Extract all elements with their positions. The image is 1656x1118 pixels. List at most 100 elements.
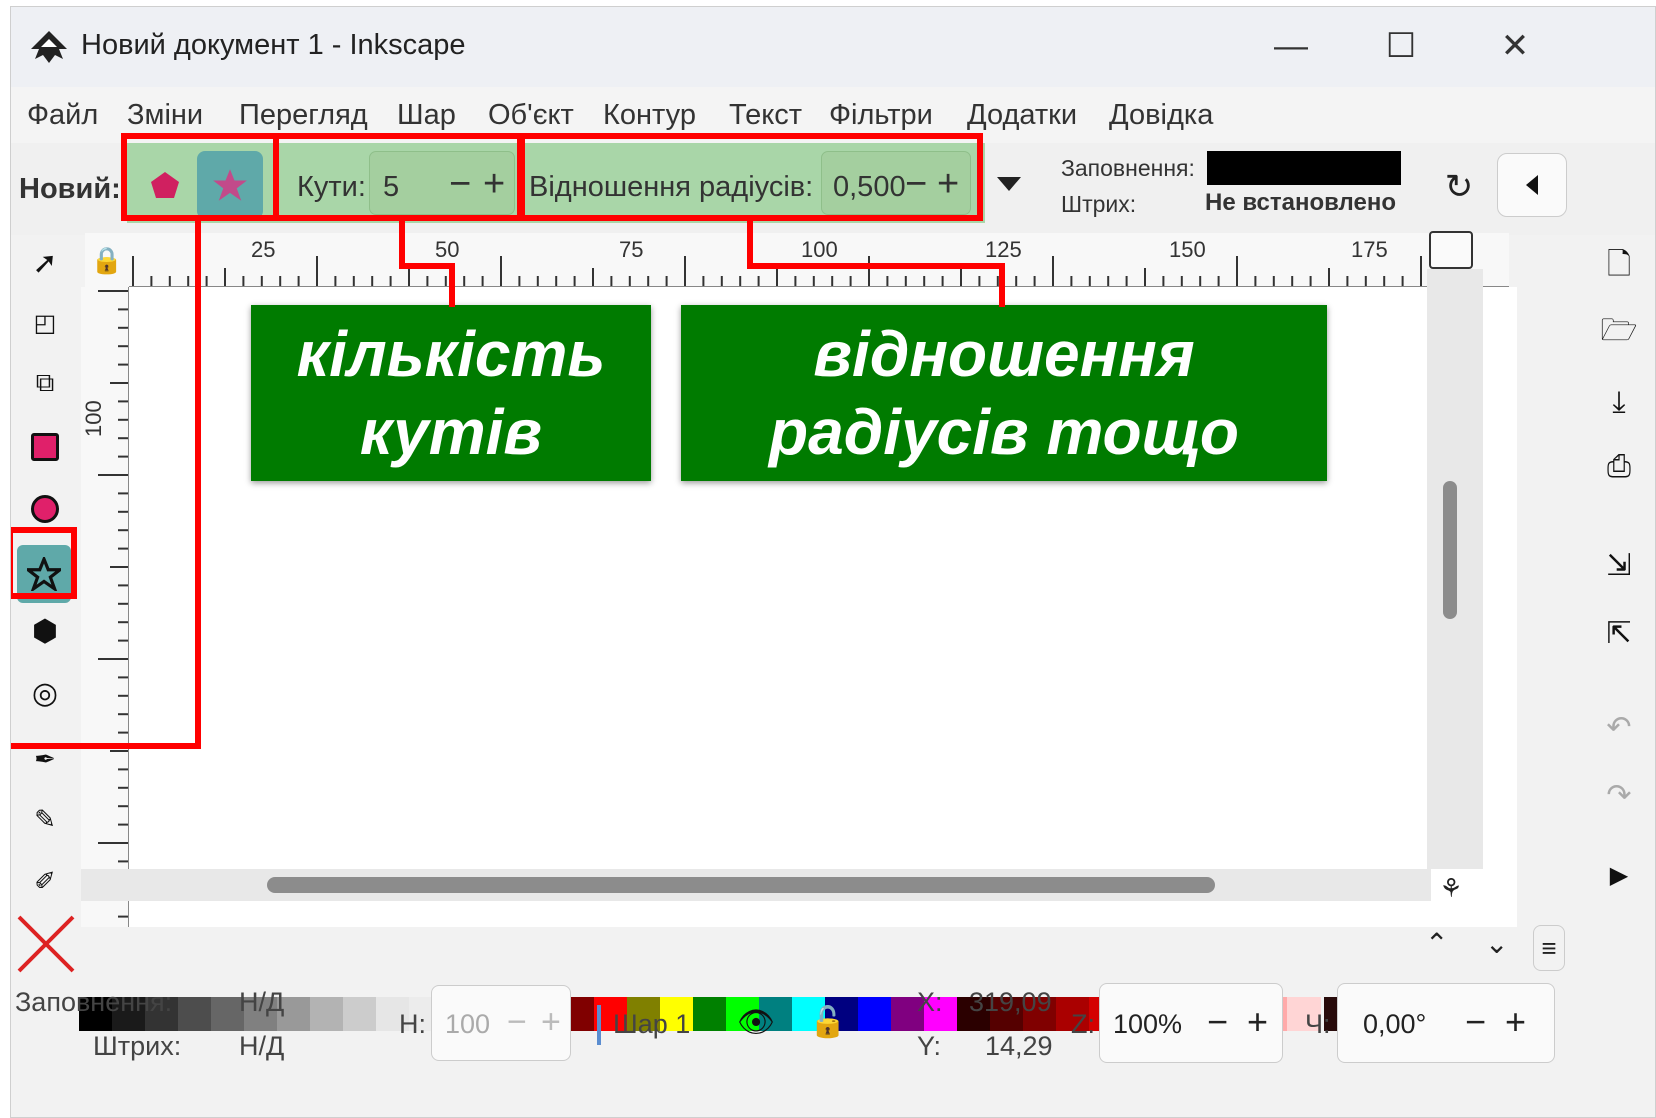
palette-swatch[interactable] (693, 997, 727, 1031)
status-fill-label: Заповнення: (15, 987, 173, 1017)
color-management-icon[interactable]: ⚘ (1431, 873, 1471, 909)
menu-object[interactable]: Об'єкт (488, 99, 574, 132)
layer-lock-icon[interactable]: 🔓 (809, 1005, 846, 1040)
ruler-label-25: 25 (251, 237, 276, 262)
callout-corners: кількість кутів (251, 305, 651, 481)
palette-swatch[interactable] (178, 997, 212, 1031)
commands-toggle-button[interactable] (1497, 153, 1567, 217)
horizontal-ruler: 25 50 75 100 125 150 175 (129, 233, 1509, 287)
open-document-icon[interactable]: 🗁 (1597, 311, 1641, 355)
selector-tool-icon[interactable]: ➚ (21, 239, 69, 287)
ruler-label-50: 50 (435, 237, 460, 262)
x-coord-value: 319,09 (969, 987, 1052, 1017)
connector-line (399, 263, 455, 269)
maximize-button[interactable]: ☐ (1371, 21, 1431, 71)
spiral-tool-icon[interactable]: ◎ (21, 669, 69, 717)
menu-path[interactable]: Контур (603, 99, 696, 132)
stroke-indicator-label: Штрих: (1061, 191, 1137, 217)
y-coord-label: Y: (917, 1031, 942, 1061)
rotation-label: Ч: (1305, 1009, 1331, 1039)
opacity-value[interactable]: 100 (445, 1009, 490, 1040)
3d-box-tool-icon[interactable]: ⬢ (21, 607, 69, 655)
zoom-in-button[interactable]: + (1247, 1001, 1268, 1043)
connector-line (747, 219, 753, 269)
palette-scroll-up-icon[interactable]: ⌃ (1425, 927, 1448, 960)
more-commands-icon[interactable]: ▶ (1597, 853, 1641, 897)
no-paint-icon[interactable] (15, 913, 77, 975)
menu-extensions[interactable]: Додатки (967, 99, 1077, 132)
minimize-button[interactable]: — (1261, 21, 1321, 71)
zoom-value[interactable]: 100% (1113, 1009, 1182, 1040)
export-icon[interactable]: ⇱ (1597, 611, 1641, 655)
rectangle-tool-icon[interactable] (21, 423, 69, 471)
menu-file[interactable]: Файл (27, 99, 98, 132)
fill-indicator-label: Заповнення: (1061, 155, 1195, 181)
title-bar: Новий документ 1 - Inkscape — ☐ ✕ (11, 7, 1655, 87)
shape-builder-tool-icon[interactable]: ⧉ (21, 359, 69, 407)
vertical-scroll-thumb[interactable] (1443, 481, 1457, 619)
commands-bar: 🗋 🗁 ⤓ ⎙ ⇲ ⇱ ↶ ↷ ▶ (1581, 235, 1655, 955)
callout-corners-line-2: кутів (359, 396, 543, 468)
vertical-scrollbar[interactable] (1427, 269, 1483, 869)
redo-icon[interactable]: ↷ (1597, 773, 1641, 817)
lock-guides-icon[interactable]: 🔒 (85, 233, 129, 287)
window-title: Новий документ 1 - Inkscape (81, 29, 466, 61)
layer-color-indicator (597, 1005, 601, 1045)
inkscape-window: Новий документ 1 - Inkscape — ☐ ✕ Файл З… (10, 6, 1656, 1118)
inkscape-logo-icon (31, 31, 67, 63)
y-coord-value: 14,29 (985, 1031, 1053, 1061)
rotate-ccw-button[interactable]: − (1465, 1001, 1486, 1043)
rotate-cw-button[interactable]: + (1505, 1001, 1526, 1043)
close-button[interactable]: ✕ (1485, 21, 1545, 71)
current-layer[interactable]: Шар 1 (613, 1009, 690, 1040)
stroke-indicator-value: Не встановлено (1205, 189, 1396, 216)
status-stroke-label: Штрих: (93, 1031, 182, 1061)
menu-layer[interactable]: Шар (397, 99, 456, 132)
ellipse-tool-icon[interactable] (21, 485, 69, 533)
highlight-star-tool (11, 527, 77, 599)
rotation-value[interactable]: 0,00° (1363, 1009, 1426, 1040)
pencil-tool-icon[interactable]: ✎ (21, 795, 69, 843)
reset-defaults-icon[interactable]: ↻ (1439, 167, 1479, 207)
save-document-icon[interactable]: ⤓ (1597, 381, 1641, 425)
ruler-label-150: 150 (1169, 237, 1206, 262)
palette-menu-icon[interactable]: ≡ (1533, 925, 1565, 971)
connector-line (195, 219, 201, 749)
menu-edit[interactable]: Зміни (127, 99, 203, 132)
menu-text[interactable]: Текст (729, 99, 802, 132)
node-tool-icon[interactable]: ◰ (21, 299, 69, 347)
palette-swatch[interactable] (343, 997, 377, 1031)
overflow-dropdown-icon[interactable] (997, 177, 1021, 191)
callout-corners-line-1: кількість (296, 318, 606, 390)
palette-swatch[interactable] (858, 997, 892, 1031)
print-icon[interactable]: ⎙ (1597, 445, 1641, 489)
connector-line (449, 263, 455, 307)
ruler-label-100: 100 (801, 237, 838, 262)
highlight-corners (273, 133, 523, 221)
horizontal-scroll-thumb[interactable] (267, 877, 1215, 893)
opacity-decrement-button[interactable]: − (507, 1003, 527, 1042)
status-stroke-value: Н/Д (239, 1031, 285, 1061)
display-mode-icon[interactable] (1429, 231, 1473, 269)
menu-help[interactable]: Довідка (1109, 99, 1213, 132)
highlight-shape-mode (121, 133, 279, 221)
palette-scroll-down-icon[interactable]: ⌄ (1485, 927, 1508, 960)
fill-color-swatch[interactable] (1207, 151, 1401, 185)
menu-filters[interactable]: Фільтри (829, 99, 933, 132)
opacity-increment-button[interactable]: + (541, 1003, 561, 1042)
new-document-icon[interactable]: 🗋 (1597, 245, 1641, 289)
connector-line (11, 743, 201, 749)
horizontal-scrollbar[interactable] (81, 869, 1431, 901)
zoom-out-button[interactable]: − (1207, 1001, 1228, 1043)
menu-view[interactable]: Перегляд (239, 99, 368, 132)
vruler-label-100: 100 (81, 400, 106, 437)
import-icon[interactable]: ⇲ (1597, 543, 1641, 587)
undo-icon[interactable]: ↶ (1597, 705, 1641, 749)
chevron-left-icon (1526, 175, 1538, 195)
palette-swatch[interactable] (310, 997, 344, 1031)
ruler-label-75: 75 (619, 237, 644, 262)
calligraphy-tool-icon[interactable]: ✐ (21, 857, 69, 905)
vertical-ruler: 100 (81, 287, 129, 927)
layer-visibility-icon[interactable]: 👁 (737, 1005, 775, 1040)
callout-ratio-line-2: радіусів тощо (769, 396, 1239, 468)
